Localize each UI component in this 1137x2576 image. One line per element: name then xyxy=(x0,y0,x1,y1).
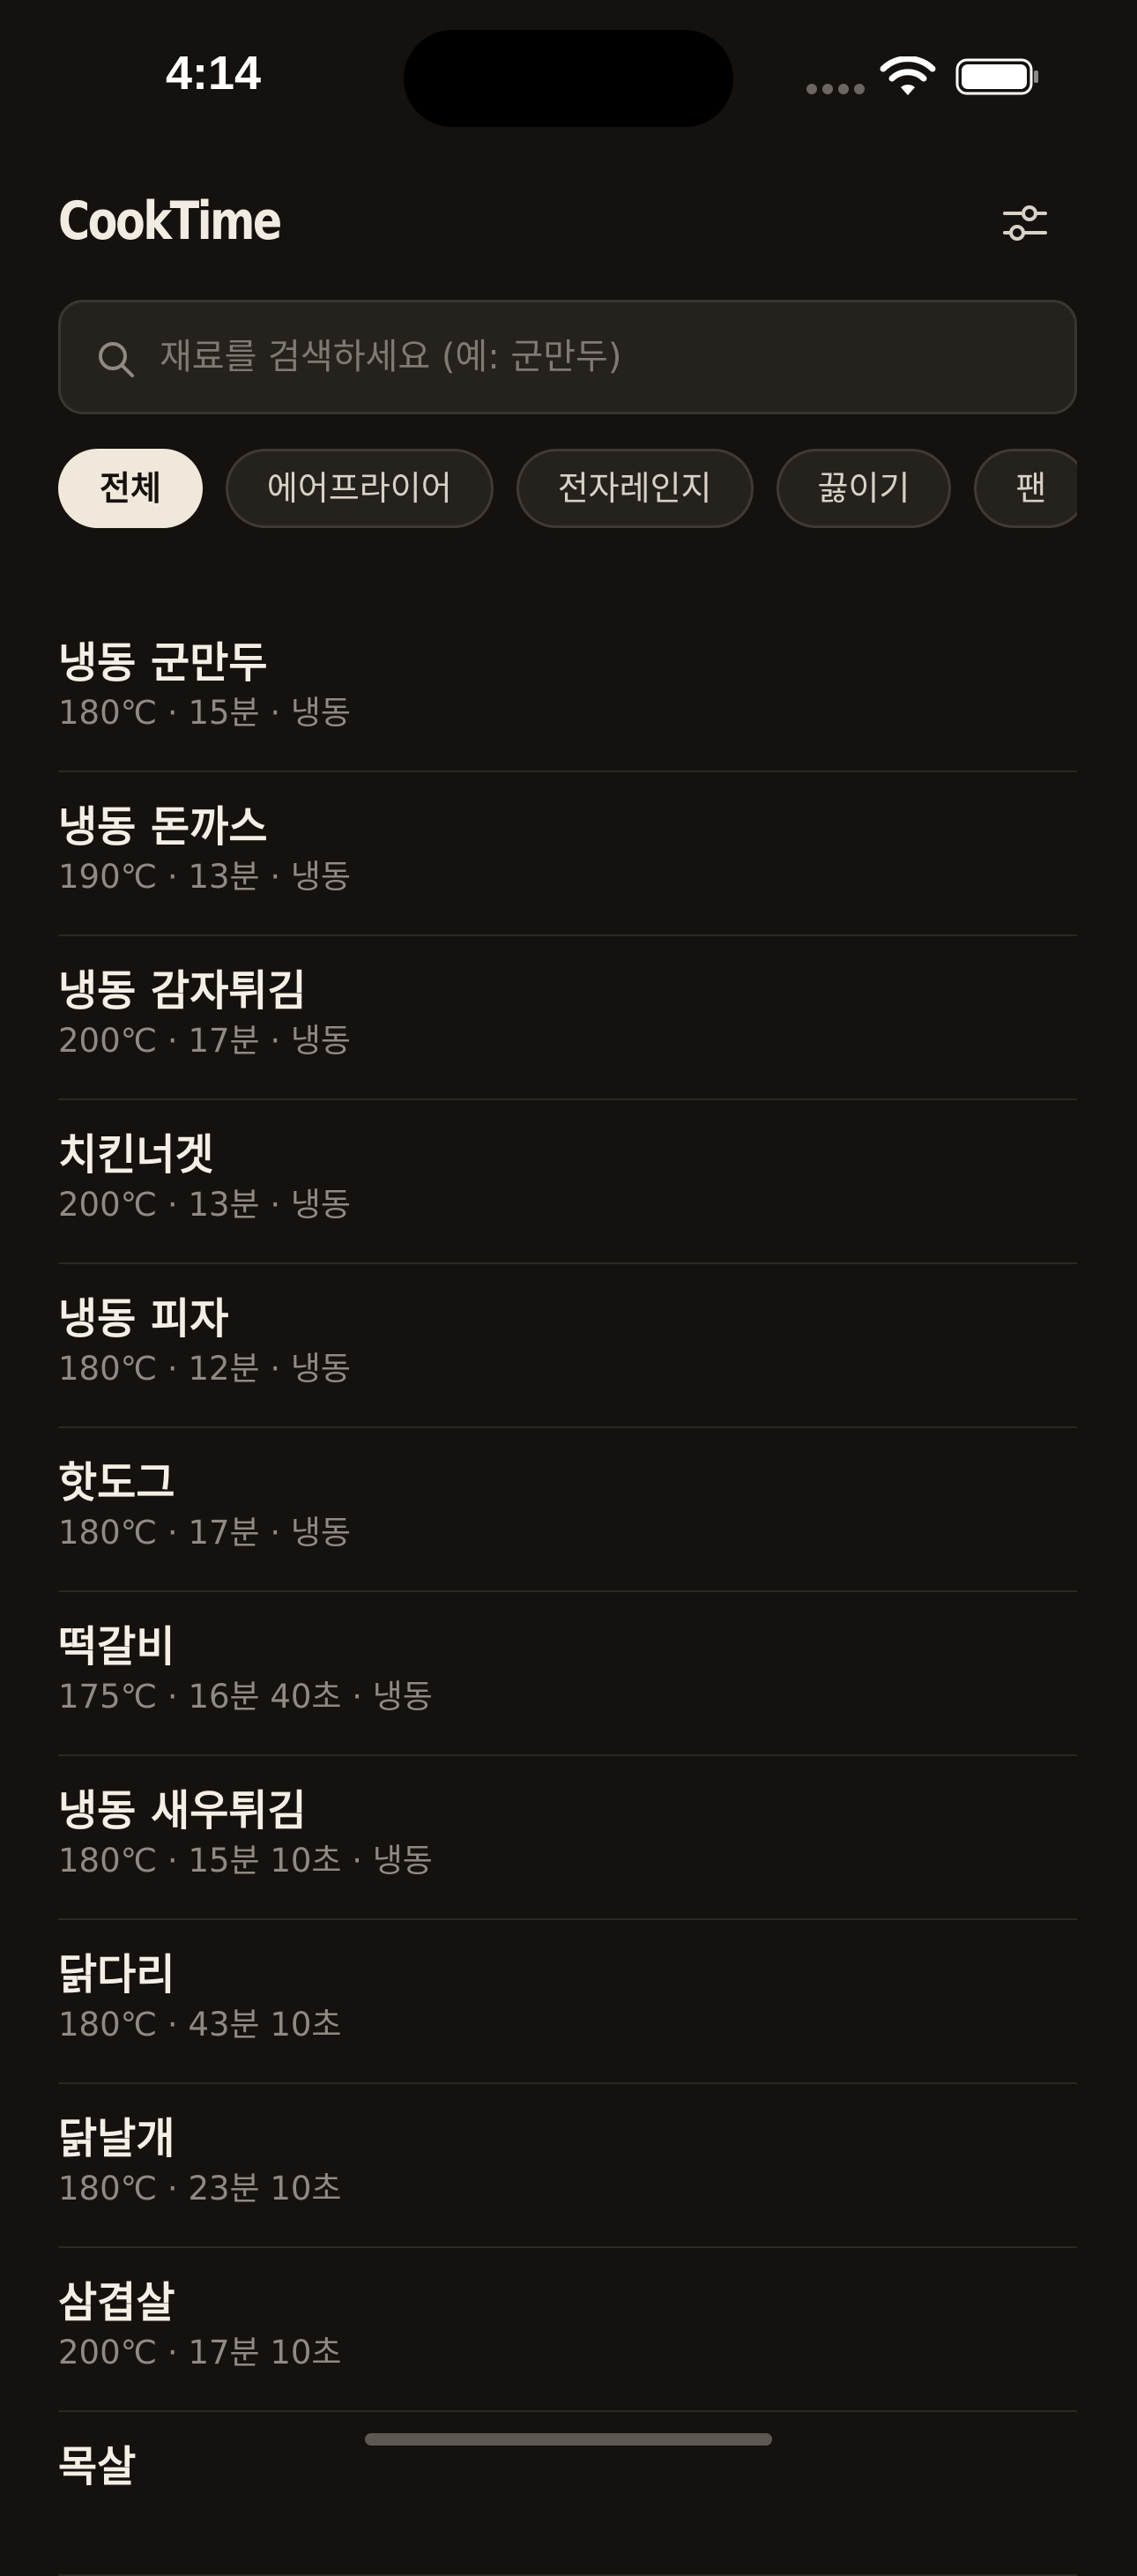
app-title: CookTime xyxy=(58,190,282,252)
wifi-icon xyxy=(880,56,936,95)
item-meta: 180℃ · 12분 · 냉동 xyxy=(58,1350,351,1388)
item-meta: 180℃ · 23분 10초 xyxy=(58,2170,342,2207)
item-name: 닭날개 xyxy=(58,2114,175,2163)
item-name: 닭다리 xyxy=(58,1950,175,1999)
item-name: 냉동 새우튀김 xyxy=(58,1786,307,1835)
search-input[interactable] xyxy=(160,302,1041,412)
filter-settings-button[interactable] xyxy=(996,194,1054,252)
status-bar: 4:14 xyxy=(0,0,1137,150)
list-item[interactable]: 냉동 새우튀김 180℃ · 15분 10초 · 냉동 xyxy=(58,1756,1077,1920)
search-bar[interactable] xyxy=(58,300,1077,414)
item-meta: 200℃ · 13분 · 냉동 xyxy=(58,1186,351,1224)
home-indicator[interactable] xyxy=(365,2433,772,2446)
list-item[interactable]: 삼겹살 200℃ · 17분 10초 xyxy=(58,2248,1077,2412)
chip-air-fryer[interactable]: 에어프라이어 xyxy=(225,449,494,528)
item-name: 치킨너겟 xyxy=(58,1130,214,1180)
search-icon xyxy=(99,342,134,377)
chip-microwave[interactable]: 전자레인지 xyxy=(516,449,754,528)
cellular-signal-icon xyxy=(806,84,866,94)
item-meta: 175℃ · 16분 40초 · 냉동 xyxy=(58,1678,433,1716)
item-meta: 180℃ · 15분 10초 · 냉동 xyxy=(58,1842,433,1880)
list-item[interactable]: 냉동 감자튀김 200℃ · 17분 · 냉동 xyxy=(58,936,1077,1100)
item-meta: 180℃ · 15분 · 냉동 xyxy=(58,694,351,732)
status-time: 4:14 xyxy=(166,47,262,100)
dynamic-island xyxy=(404,30,733,127)
item-name: 냉동 군만두 xyxy=(58,638,268,688)
item-name: 냉동 피자 xyxy=(58,1294,229,1344)
list-item[interactable]: 치킨너겟 200℃ · 13분 · 냉동 xyxy=(58,1100,1077,1264)
list-item[interactable]: 핫도그 180℃ · 17분 · 냉동 xyxy=(58,1428,1077,1592)
item-name: 떡갈비 xyxy=(58,1622,175,1671)
battery-icon xyxy=(955,58,1038,95)
item-name: 냉동 돈까스 xyxy=(58,802,268,852)
list-item[interactable]: 떡갈비 175℃ · 16분 40초 · 냉동 xyxy=(58,1592,1077,1756)
list-item[interactable]: 냉동 돈까스 190℃ · 13분 · 냉동 xyxy=(58,772,1077,936)
chip-pan[interactable]: 팬 xyxy=(974,449,1077,528)
item-name: 냉동 감자튀김 xyxy=(58,966,307,1016)
chip-boiling[interactable]: 끓이기 xyxy=(776,449,952,528)
item-name: 삼겹살 xyxy=(58,2278,175,2327)
list-item[interactable]: 닭다리 180℃ · 43분 10초 xyxy=(58,1920,1077,2084)
list-item[interactable]: 닭날개 180℃ · 23분 10초 xyxy=(58,2084,1077,2248)
item-name: 목살 xyxy=(58,2442,137,2491)
list-item[interactable]: 냉동 군만두 180℃ · 15분 · 냉동 xyxy=(58,608,1077,772)
item-meta: 180℃ · 43분 10초 xyxy=(58,2006,342,2044)
category-chips: 전체 에어프라이어 전자레인지 끓이기 팬 xyxy=(58,446,1077,531)
item-meta: 200℃ · 17분 10초 xyxy=(58,2334,342,2371)
item-meta: 190℃ · 13분 · 냉동 xyxy=(58,858,351,896)
item-meta: 180℃ · 17분 · 냉동 xyxy=(58,1514,351,1552)
sliders-icon xyxy=(1003,205,1047,241)
list-item[interactable]: 냉동 피자 180℃ · 12분 · 냉동 xyxy=(58,1264,1077,1428)
chip-all[interactable]: 전체 xyxy=(58,449,203,528)
item-name: 핫도그 xyxy=(58,1458,175,1508)
item-meta: 200℃ · 17분 · 냉동 xyxy=(58,1022,351,1060)
app-header: CookTime xyxy=(0,176,1137,273)
food-list: 냉동 군만두 180℃ · 15분 · 냉동 냉동 돈까스 190℃ · 13분… xyxy=(58,608,1077,2576)
